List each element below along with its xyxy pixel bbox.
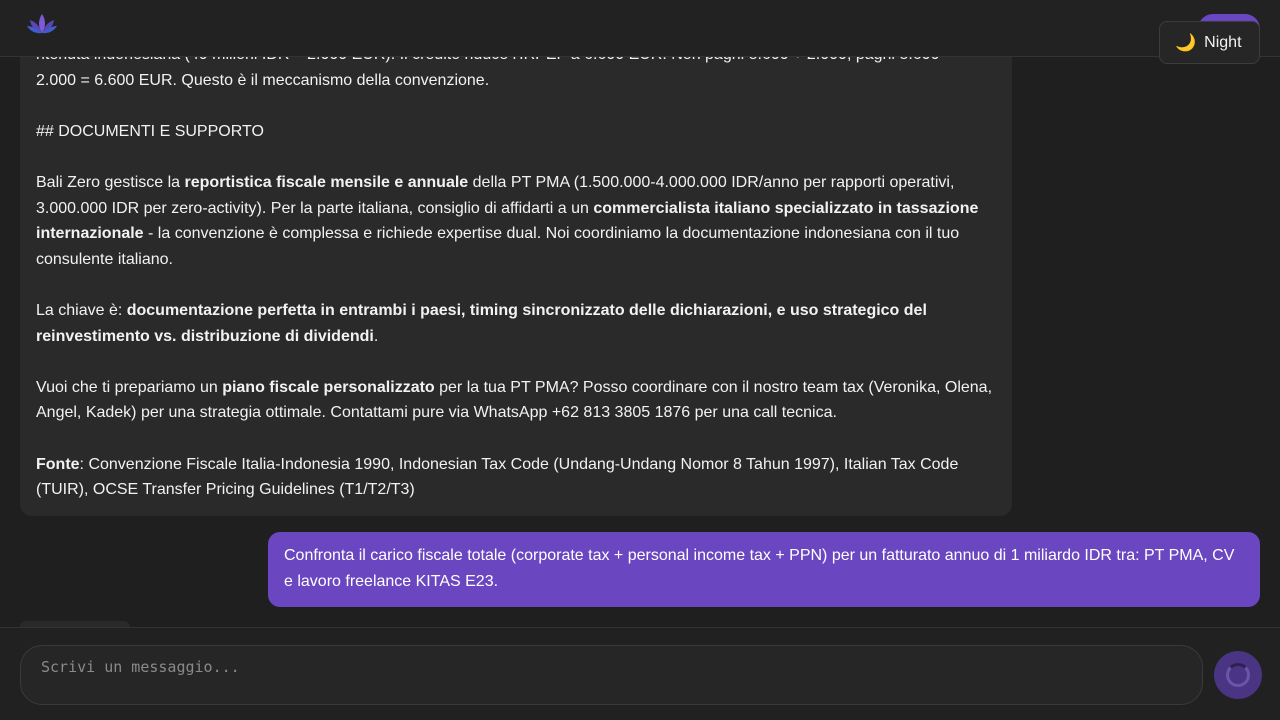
text-run: : Convenzione Fiscale Italia-Indonesia 1… — [36, 455, 959, 499]
assistant-message: ritenuta indonesiana (40 milioni IDR ≈ 2… — [20, 0, 1012, 516]
text-run: . — [373, 327, 379, 345]
message-paragraph: La chiave è: documentazione perfetta in … — [36, 298, 996, 349]
message-input-container[interactable] — [20, 645, 1203, 705]
loading-spinner-icon — [1226, 663, 1250, 687]
text-run: - la convenzione è complessa e richiede … — [36, 225, 960, 268]
message-paragraph: Vuoi che ti prepariamo un piano fiscale … — [36, 375, 996, 426]
top-bar — [0, 0, 1280, 57]
message-input[interactable] — [41, 658, 1182, 676]
message-source: Fonte: Convenzione Fiscale Italia-Indone… — [36, 452, 996, 503]
chat-thread: ritenuta indonesiana (40 milioni IDR ≈ 2… — [0, 0, 1280, 627]
bold-text: piano fiscale personalizzato — [222, 378, 435, 396]
user-message: Confronta il carico fiscale totale (corp… — [268, 532, 1260, 607]
composer — [0, 627, 1280, 720]
message-paragraph: Bali Zero gestisce la reportistica fisca… — [36, 170, 996, 272]
theme-toggle-button[interactable]: 🌙 Night — [1159, 21, 1260, 64]
text-run: Bali Zero gestisce la — [36, 173, 185, 191]
theme-label: Night — [1204, 33, 1242, 51]
send-button[interactable] — [1214, 651, 1262, 699]
text-run: La chiave è: — [36, 301, 127, 319]
message-line: 2.000 = 6.600 EUR. Questo è il meccanism… — [36, 71, 490, 89]
lotus-logo-icon[interactable] — [26, 11, 58, 39]
text-run: Vuoi che ti prepariamo un — [36, 378, 223, 396]
section-heading: ## DOCUMENTI E SUPPORTO — [36, 122, 264, 140]
moon-icon: 🌙 — [1175, 33, 1197, 52]
bold-text: reportistica fiscale mensile e annuale — [184, 173, 469, 191]
bold-text: documentazione perfetta in entrambi i pa… — [36, 301, 927, 345]
bold-text: Fonte — [36, 455, 80, 473]
